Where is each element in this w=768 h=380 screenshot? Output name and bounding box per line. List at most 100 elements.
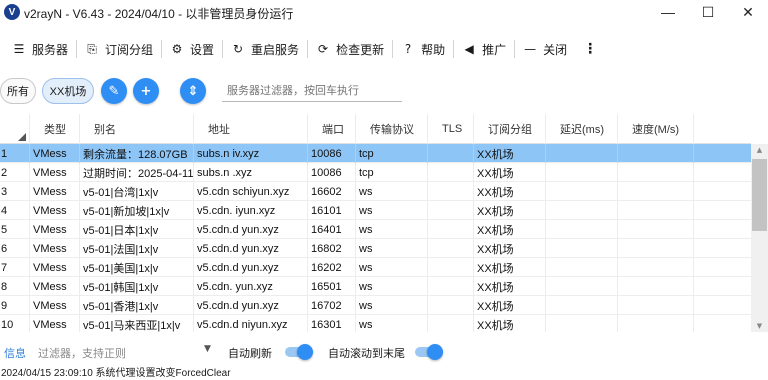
- row-type: VMess: [30, 239, 80, 258]
- table-row[interactable]: 6 VMess v5-01|法国|1x|v v5.cdn.d yun.xyz 16802…: [0, 239, 751, 258]
- row-port: 16501: [308, 277, 356, 296]
- row-tls: [428, 182, 474, 201]
- table-row[interactable]: 2 VMess 过期时间：2025-04-11 subs.n .xyz 10086 tcp…: [0, 163, 751, 182]
- subscription-menu-button[interactable]: ⎘ 订阅分组: [77, 34, 161, 64]
- row-port: 10086: [308, 163, 356, 182]
- title-bar: V v2rayN - V6.43 - 2024/04/10 - 以非管理员身份运…: [0, 0, 768, 24]
- row-address: v5.cdn.d yun.xyz: [194, 296, 308, 315]
- column-header-transport[interactable]: 传输协议: [356, 114, 428, 144]
- row-number: 6: [0, 239, 30, 258]
- column-header-type[interactable]: 类型: [30, 114, 80, 144]
- move-server-button[interactable]: ⇕: [180, 78, 206, 104]
- check-update-button[interactable]: ⟳ 检查更新: [308, 34, 392, 64]
- log-filter-input[interactable]: 过滤器，支持正则: [38, 345, 126, 361]
- restart-icon: ↻: [233, 42, 244, 56]
- minimize-button[interactable]: —: [648, 0, 688, 24]
- info-tab-label[interactable]: 信息: [4, 345, 26, 361]
- column-header-delay[interactable]: 延迟(ms): [546, 114, 618, 144]
- row-address: subs.n .xyz: [194, 163, 308, 182]
- row-delay: [546, 258, 618, 277]
- column-header-alias[interactable]: 别名: [80, 114, 194, 144]
- help-menu-button[interactable]: ? 帮助: [393, 34, 453, 64]
- row-type: VMess: [30, 201, 80, 220]
- table-row[interactable]: 9 VMess v5-01|香港|1x|v v5.cdn.d yun.xyz 16702…: [0, 296, 751, 315]
- group-tab-all[interactable]: 所有: [0, 78, 36, 104]
- scroll-up-icon[interactable]: ▲: [751, 144, 768, 156]
- row-delay: [546, 239, 618, 258]
- close-app-button[interactable]: — 关闭: [515, 34, 575, 64]
- more-options-button[interactable]: ⋮: [575, 34, 605, 64]
- row-alias: 过期时间：2025-04-11: [80, 163, 194, 182]
- row-alias: v5-01|台湾|1x|v: [80, 182, 194, 201]
- row-subscription: XX机场: [474, 182, 546, 201]
- row-tls: [428, 296, 474, 315]
- column-header-address[interactable]: 地址: [194, 114, 308, 144]
- row-number: 9: [0, 296, 30, 315]
- row-delay: [546, 182, 618, 201]
- auto-refresh-toggle[interactable]: [285, 344, 313, 360]
- row-speed: [618, 258, 694, 277]
- row-port: 10086: [308, 144, 356, 163]
- row-address: v5.cdn. iyun.xyz: [194, 201, 308, 220]
- close-app-label: 关闭: [543, 42, 568, 57]
- column-header-tls[interactable]: TLS: [428, 114, 474, 144]
- column-header-port[interactable]: 端口: [308, 114, 356, 144]
- close-window-button[interactable]: ✕: [728, 0, 768, 24]
- row-delay: [546, 277, 618, 296]
- row-transport: tcp: [356, 163, 428, 182]
- table-row[interactable]: 10 VMess v5-01|马来西亚|1x|v v5.cdn.d niyun.xyz…: [0, 315, 751, 332]
- subscription-menu-label: 订阅分组: [105, 42, 154, 57]
- promote-menu-button[interactable]: ◀ 推广: [454, 34, 514, 64]
- server-filter-input[interactable]: [222, 80, 402, 102]
- scrollbar-thumb[interactable]: [752, 159, 767, 231]
- row-number: 7: [0, 258, 30, 277]
- row-address: subs.n iv.xyz: [194, 144, 308, 163]
- column-header-subscription[interactable]: 订阅分组: [474, 114, 546, 144]
- table-row[interactable]: 1 VMess 剩余流量：128.07GB subs.n iv.xyz 10086 tcp…: [0, 144, 751, 163]
- row-transport: tcp: [356, 144, 428, 163]
- settings-menu-button[interactable]: ⚙ 设置: [162, 34, 222, 64]
- row-address: v5.cdn schiyun.xyz: [194, 182, 308, 201]
- table-row[interactable]: 7 VMess v5-01|美国|1x|v v5.cdn.d yun.xyz 16202…: [0, 258, 751, 277]
- row-address: v5.cdn.d yun.xyz: [194, 239, 308, 258]
- table-row[interactable]: 8 VMess v5-01|韩国|1x|v v5.cdn. yun.xyz 16501 w…: [0, 277, 751, 296]
- row-address: v5.cdn. yun.xyz: [194, 277, 308, 296]
- row-subscription: XX机场: [474, 239, 546, 258]
- edit-subscription-button[interactable]: ✎: [101, 78, 127, 104]
- row-tls: [428, 315, 474, 332]
- check-update-label: 检查更新: [336, 42, 385, 57]
- row-number: 3: [0, 182, 30, 201]
- corner-triangle-icon: [18, 133, 26, 141]
- row-delay: [546, 315, 618, 332]
- table-row[interactable]: 3 VMess v5-01|台湾|1x|v v5.cdn schiyun.xyz 166…: [0, 182, 751, 201]
- promote-icon: ◀: [464, 42, 474, 56]
- restart-service-button[interactable]: ↻ 重启服务: [223, 34, 307, 64]
- row-alias: v5-01|韩国|1x|v: [80, 277, 194, 296]
- window-title: v2rayN - V6.43 - 2024/04/10 - 以非管理员身份运行: [24, 7, 294, 21]
- row-number: 5: [0, 220, 30, 239]
- table-row[interactable]: 5 VMess v5-01|日本|1x|v v5.cdn.d yun.xyz 16401…: [0, 220, 751, 239]
- chevron-down-icon[interactable]: ▼: [204, 344, 211, 354]
- row-alias: v5-01|香港|1x|v: [80, 296, 194, 315]
- row-type: VMess: [30, 182, 80, 201]
- row-alias: 剩余流量：128.07GB: [80, 144, 194, 163]
- select-all-corner[interactable]: [0, 114, 30, 144]
- row-speed: [618, 220, 694, 239]
- auto-scroll-toggle[interactable]: [415, 344, 443, 360]
- table-row[interactable]: 4 VMess v5-01|新加坡|1x|v v5.cdn. iyun.xyz 1610…: [0, 201, 751, 220]
- column-header-speed[interactable]: 速度(M/s): [618, 114, 694, 144]
- row-transport: ws: [356, 220, 428, 239]
- server-filter-row: 所有 XX机场 ✎ + ⇕: [0, 74, 768, 106]
- row-alias: v5-01|法国|1x|v: [80, 239, 194, 258]
- servers-menu-button[interactable]: ☰ 服务器: [0, 34, 76, 64]
- maximize-button[interactable]: ☐: [688, 0, 728, 24]
- restart-service-label: 重启服务: [251, 42, 300, 57]
- row-delay: [546, 201, 618, 220]
- row-subscription: XX机场: [474, 220, 546, 239]
- row-speed: [618, 163, 694, 182]
- group-tab-subscription[interactable]: XX机场: [42, 78, 94, 104]
- scroll-down-icon[interactable]: ▼: [751, 320, 768, 332]
- add-subscription-button[interactable]: +: [133, 78, 159, 104]
- grid-scrollbar[interactable]: ▲ ▼: [751, 144, 768, 332]
- row-alias: v5-01|新加坡|1x|v: [80, 201, 194, 220]
